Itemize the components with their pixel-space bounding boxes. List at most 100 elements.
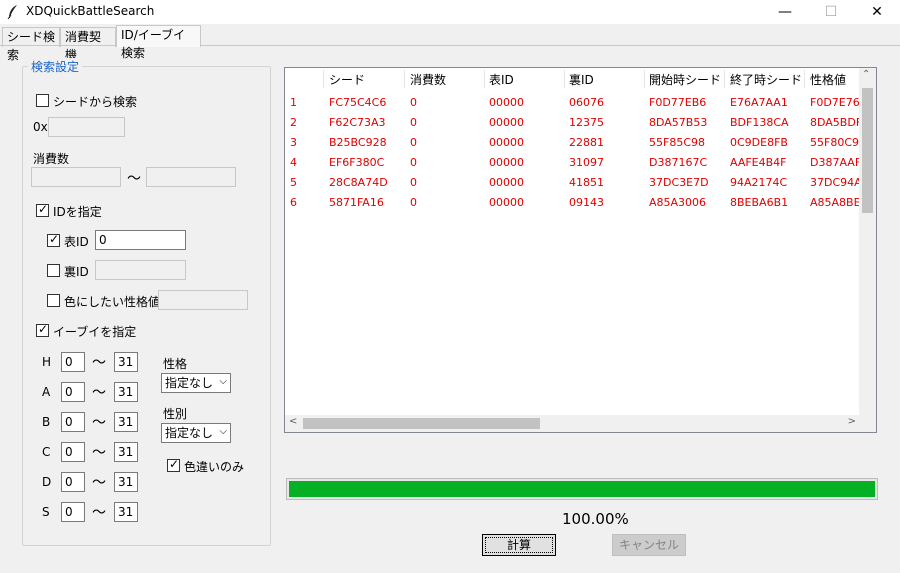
tab-seed-search[interactable]: シード検索 bbox=[2, 27, 60, 62]
table-row[interactable]: 5 28C8A74D 0 00000 41851 37DC3E7D 94A217… bbox=[285, 173, 860, 193]
results-table[interactable]: シード 消費数 表ID 裏ID 開始時シード 終了時シード 性格値 1 FC75… bbox=[284, 67, 877, 433]
cell-tid: 00000 bbox=[489, 196, 524, 209]
consumption-label: 消費数 bbox=[33, 152, 70, 166]
shiny-pid-label: 色にしたい性格値 bbox=[64, 295, 161, 309]
iv-c-max-input[interactable]: 31 bbox=[114, 442, 138, 462]
column-separator[interactable] bbox=[323, 70, 324, 88]
iv-s-max-input[interactable]: 31 bbox=[114, 502, 138, 522]
tid-input[interactable]: 0 bbox=[95, 230, 186, 250]
iv-b-max-input[interactable]: 31 bbox=[114, 412, 138, 432]
sid-input[interactable] bbox=[95, 260, 186, 280]
consumption-min-input[interactable] bbox=[31, 167, 121, 187]
tid-label: 表ID bbox=[64, 235, 89, 249]
table-row[interactable]: 3 B25BC928 0 00000 22881 55F85C98 0C9DE8… bbox=[285, 133, 860, 153]
minimize-button[interactable]: — bbox=[762, 0, 808, 24]
window-title: XDQuickBattleSearch bbox=[26, 4, 155, 18]
column-header-pid[interactable]: 性格値 bbox=[810, 71, 846, 88]
specify-id-checkbox[interactable]: ✓ bbox=[36, 202, 49, 217]
iv-d-max-input[interactable]: 31 bbox=[114, 472, 138, 492]
cell-start-seed: 55F85C98 bbox=[649, 136, 705, 149]
column-header-sid[interactable]: 裏ID bbox=[569, 71, 594, 88]
cell-start-seed: 37DC3E7D bbox=[649, 176, 709, 189]
cell-start-seed: F0D77EB6 bbox=[649, 96, 707, 109]
from-seed-checkbox[interactable] bbox=[36, 94, 49, 107]
column-separator[interactable] bbox=[564, 70, 565, 88]
calculate-button[interactable]: 計算 bbox=[482, 534, 556, 556]
vertical-scrollbar[interactable]: ⌃ bbox=[859, 68, 876, 416]
cell-consumption: 0 bbox=[410, 196, 417, 209]
column-header-tid[interactable]: 表ID bbox=[489, 71, 514, 88]
tab-id-eevee-search[interactable]: ID/イーブイ検索 bbox=[116, 25, 201, 60]
maximize-button[interactable]: ☐ bbox=[808, 0, 854, 24]
iv-stat-label: A bbox=[42, 385, 51, 399]
from-seed-label: シードから検索 bbox=[53, 95, 138, 109]
cell-end-seed: 94A2174C bbox=[730, 176, 788, 189]
column-separator[interactable] bbox=[724, 70, 725, 88]
cell-start-seed: A85A3006 bbox=[649, 196, 707, 209]
gender-select[interactable]: 指定なし ⌵ bbox=[161, 423, 231, 443]
iv-s-min-input[interactable]: 0 bbox=[61, 502, 85, 522]
shiny-only-checkbox[interactable]: ✓ bbox=[167, 457, 180, 472]
table-header: シード 消費数 表ID 裏ID 開始時シード 終了時シード 性格値 bbox=[285, 68, 860, 90]
iv-d-min-input[interactable]: 0 bbox=[61, 472, 85, 492]
consumption-max-input[interactable] bbox=[146, 167, 236, 187]
vertical-scroll-thumb[interactable] bbox=[862, 88, 873, 213]
iv-stat-label: H bbox=[42, 355, 52, 369]
cell-index: 4 bbox=[290, 156, 297, 169]
seed-input[interactable] bbox=[48, 117, 125, 137]
cell-consumption: 0 bbox=[410, 156, 417, 169]
table-row[interactable]: 1 FC75C4C6 0 00000 06076 F0D77EB6 E76A7A… bbox=[285, 93, 860, 113]
cell-sid: 06076 bbox=[569, 96, 604, 109]
iv-h-max-input[interactable]: 31 bbox=[114, 352, 138, 372]
cell-start-seed: 8DA57B53 bbox=[649, 116, 708, 129]
iv-h-min-input[interactable]: 0 bbox=[61, 352, 85, 372]
tab-consumption[interactable]: 消費契機 bbox=[60, 27, 116, 62]
column-separator[interactable] bbox=[644, 70, 645, 88]
column-separator[interactable] bbox=[484, 70, 485, 88]
iv-c-min-input[interactable]: 0 bbox=[61, 442, 85, 462]
iv-b-min-input[interactable]: 0 bbox=[61, 412, 85, 432]
column-header-seed[interactable]: シード bbox=[329, 71, 365, 88]
cell-end-seed: BDF138CA bbox=[730, 116, 789, 129]
cell-tid: 00000 bbox=[489, 156, 524, 169]
chevron-right-icon[interactable]: > bbox=[848, 416, 856, 427]
nature-select[interactable]: 指定なし ⌵ bbox=[161, 373, 231, 393]
cell-seed: 28C8A74D bbox=[329, 176, 388, 189]
progress-fill bbox=[289, 481, 875, 497]
iv-a-min-input[interactable]: 0 bbox=[61, 382, 85, 402]
iv-tilde: ～ bbox=[92, 445, 106, 461]
nature-label: 性格 bbox=[163, 357, 188, 371]
chevron-up-icon[interactable]: ⌃ bbox=[862, 69, 870, 80]
table-row[interactable]: 2 F62C73A3 0 00000 12375 8DA57B53 BDF138… bbox=[285, 113, 860, 133]
column-header-consumption[interactable]: 消費数 bbox=[410, 71, 446, 88]
horizontal-scroll-thumb[interactable] bbox=[303, 418, 540, 429]
close-button[interactable]: ✕ bbox=[854, 0, 900, 24]
cell-index: 5 bbox=[290, 176, 297, 189]
chevron-left-icon[interactable]: < bbox=[289, 416, 297, 427]
column-header-start-seed[interactable]: 開始時シード bbox=[649, 71, 721, 88]
table-row[interactable]: 4 EF6F380C 0 00000 31097 D387167C AAFE4B… bbox=[285, 153, 860, 173]
cell-seed: 5871FA16 bbox=[329, 196, 384, 209]
iv-a-max-input[interactable]: 31 bbox=[114, 382, 138, 402]
shiny-pid-checkbox[interactable] bbox=[47, 294, 60, 307]
horizontal-scrollbar[interactable]: < > bbox=[285, 415, 860, 432]
column-separator[interactable] bbox=[404, 70, 405, 88]
specify-eevee-checkbox[interactable]: ✓ bbox=[36, 322, 49, 337]
tid-checkbox[interactable]: ✓ bbox=[47, 232, 60, 247]
check-mark-icon: ✓ bbox=[49, 232, 60, 246]
column-separator[interactable] bbox=[804, 70, 805, 88]
cell-pid: D387AAFE bbox=[810, 156, 860, 169]
column-header-end-seed[interactable]: 終了時シード bbox=[730, 71, 802, 88]
table-row[interactable]: 6 5871FA16 0 00000 09143 A85A3006 8BEBA6… bbox=[285, 193, 860, 213]
iv-tilde: ～ bbox=[92, 415, 106, 431]
sid-checkbox[interactable] bbox=[47, 264, 60, 277]
cell-seed: B25BC928 bbox=[329, 136, 387, 149]
cell-consumption: 0 bbox=[410, 116, 417, 129]
cell-seed: FC75C4C6 bbox=[329, 96, 387, 109]
title-bar: XDQuickBattleSearch — ☐ ✕ bbox=[0, 0, 900, 24]
cell-consumption: 0 bbox=[410, 176, 417, 189]
cancel-button[interactable]: キャンセル bbox=[612, 534, 686, 556]
cell-sid: 31097 bbox=[569, 156, 604, 169]
shiny-pid-input[interactable] bbox=[158, 290, 248, 310]
iv-stat-label: B bbox=[42, 415, 51, 429]
